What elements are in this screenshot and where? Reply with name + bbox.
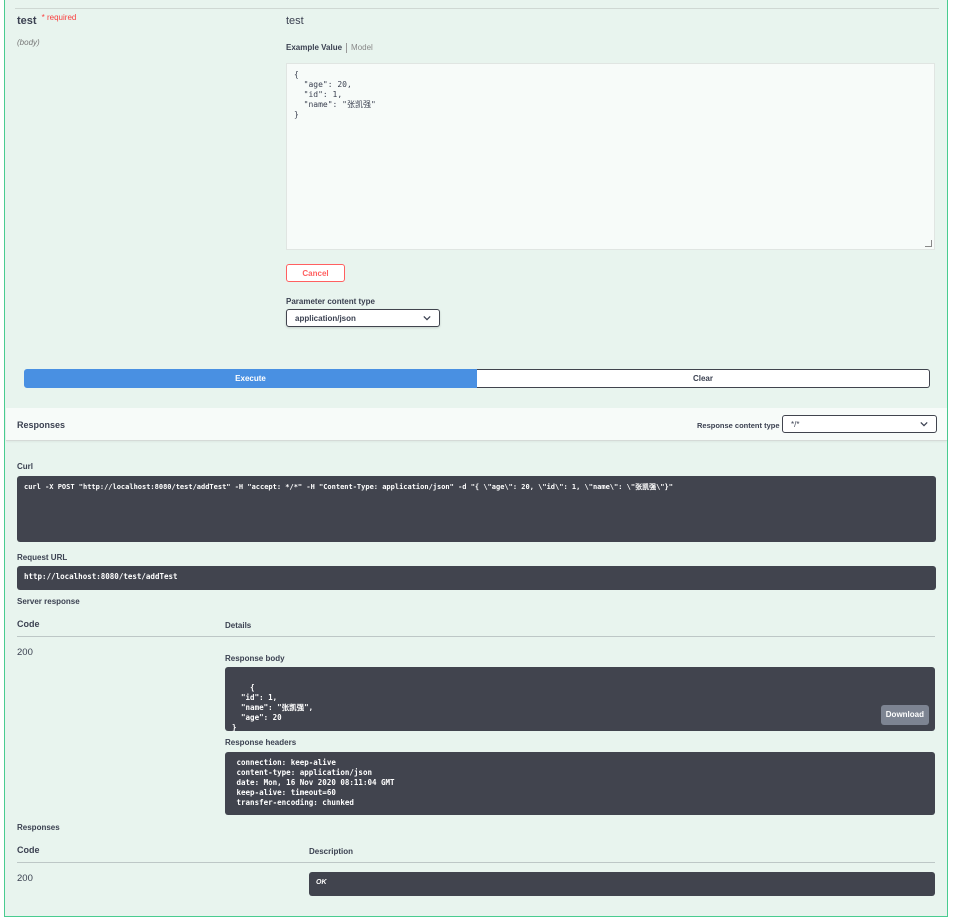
parameter-content-type-label: Parameter content type: [286, 297, 375, 306]
request-body-textarea[interactable]: { "age": 20, "id": 1, "name": "张凯强" }: [286, 63, 935, 250]
required-label: required: [46, 13, 77, 22]
operation-panel: test * required (body) test Example Valu…: [4, 0, 948, 917]
responses-title: Responses: [17, 420, 66, 430]
response-body-label: Response body: [225, 654, 285, 663]
response-content-type-select[interactable]: */*: [782, 415, 937, 433]
responses-table-header: Code Description: [17, 841, 935, 863]
response-content-type-value: */*: [791, 419, 800, 429]
response-content-type-label: Response content type: [697, 421, 780, 430]
curl-command-box[interactable]: curl -X POST "http://localhost:8080/test…: [17, 476, 936, 542]
parameter-content-type-value: application/json: [295, 313, 356, 323]
col-details-header: Details: [225, 621, 252, 630]
required-marker: *: [41, 13, 45, 22]
divider: [15, 8, 939, 9]
request-url-box[interactable]: http://localhost:8080/test/addTest: [17, 566, 936, 590]
resize-handle-icon[interactable]: [925, 240, 932, 247]
clear-button[interactable]: Clear: [477, 369, 930, 388]
parameter-name: test * required: [17, 13, 77, 27]
response-description-box: OK: [309, 872, 935, 896]
response-headers-label: Response headers: [225, 738, 297, 747]
chevron-down-icon: [920, 421, 928, 427]
tab-separator: [346, 43, 348, 53]
execute-clear-group: Execute Clear: [24, 369, 930, 388]
required-indicator: * required: [42, 13, 77, 22]
col-description-header: Description: [309, 847, 354, 856]
col-code-header: Code: [17, 845, 40, 855]
response-headers-box[interactable]: connection: keep-alive content-type: app…: [225, 752, 935, 815]
example-model-tabs: Example Value Model: [286, 43, 373, 53]
parameter-content-type-select[interactable]: application/json: [286, 309, 440, 327]
col-code-header: Code: [17, 619, 40, 629]
parameter-location: (body): [17, 38, 40, 47]
curl-label: Curl: [17, 462, 33, 471]
cancel-button[interactable]: Cancel: [286, 264, 345, 282]
server-response-label: Server response: [17, 597, 80, 606]
response-body-text: { "id": 1, "name": "张凯强", "age": 20 }: [232, 683, 314, 732]
server-response-code: 200: [17, 647, 33, 658]
parameter-description: test: [286, 15, 304, 27]
tab-example-value[interactable]: Example Value: [286, 43, 342, 52]
request-body-text[interactable]: { "age": 20, "id": 1, "name": "张凯强" }: [294, 70, 376, 119]
responses-label: Responses: [17, 823, 60, 832]
responses-code: 200: [17, 873, 33, 884]
request-url-label: Request URL: [17, 553, 68, 562]
parameter-name-text: test: [17, 15, 37, 27]
chevron-down-icon: [423, 315, 431, 321]
execute-button[interactable]: Execute: [24, 369, 477, 388]
responses-header: Responses Response content type */*: [6, 408, 947, 441]
response-body-box[interactable]: { "id": 1, "name": "张凯强", "age": 20 } Do…: [225, 667, 935, 732]
download-button[interactable]: Download: [880, 705, 929, 725]
tab-model[interactable]: Model: [351, 43, 373, 52]
server-response-table-header: Code Details: [17, 615, 935, 637]
